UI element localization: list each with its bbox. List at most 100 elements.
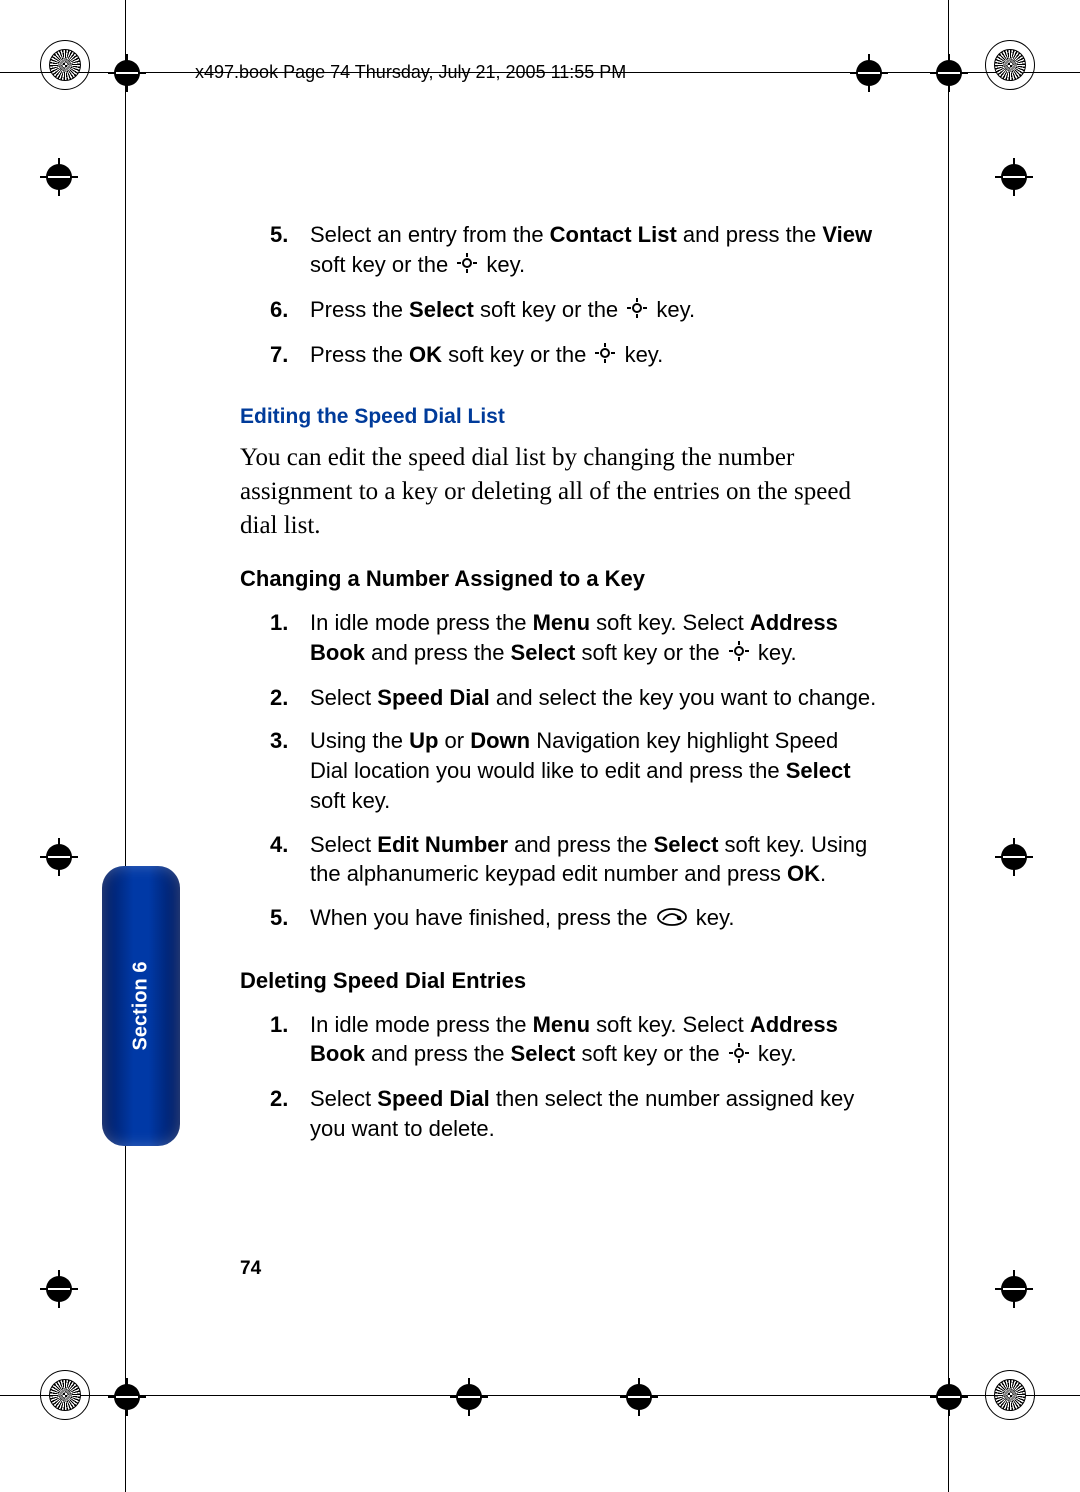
crop-line (125, 0, 126, 1492)
bold-text: Edit Number (377, 832, 508, 857)
registration-mark-icon (40, 40, 90, 90)
bold-text: Menu (533, 610, 590, 635)
text: Press the (310, 297, 409, 322)
sub-heading: Changing a Number Assigned to a Key (240, 564, 880, 594)
crop-mark-icon (930, 54, 968, 92)
text: Select an entry from the (310, 222, 550, 247)
bold-text: Speed Dial (377, 685, 489, 710)
crop-mark-icon (995, 1270, 1033, 1308)
list-item: 2. Select Speed Dial and select the key … (240, 683, 880, 727)
list-item: 3. Using the Up or Down Navigation key h… (240, 726, 880, 829)
crop-mark-icon (40, 158, 78, 196)
text: key. (618, 342, 663, 367)
nav-key-icon (457, 251, 477, 281)
section-tab: Section 6 (102, 866, 180, 1146)
nav-key-icon (729, 639, 749, 669)
text: In idle mode press the (310, 1012, 533, 1037)
bold-text: Down (470, 728, 530, 753)
text: soft key. Select (590, 610, 750, 635)
nav-key-icon (729, 1041, 749, 1071)
crop-mark-icon (995, 838, 1033, 876)
list-item: 1. In idle mode press the Menu soft key.… (240, 608, 880, 683)
step-number: 1. (270, 1010, 288, 1040)
bold-text: Menu (533, 1012, 590, 1037)
intro-paragraph: You can edit the speed dial list by chan… (240, 441, 880, 542)
bold-text: OK (409, 342, 442, 367)
bold-text: Select (511, 1041, 576, 1066)
text: or (438, 728, 470, 753)
text: and press the (365, 1041, 511, 1066)
text: and select the key you want to change. (490, 685, 876, 710)
nav-key-icon (627, 296, 647, 326)
crop-line (948, 0, 949, 1492)
text: soft key or the (442, 342, 592, 367)
crop-line (0, 1395, 1080, 1396)
bold-text: Up (409, 728, 438, 753)
crop-mark-icon (108, 54, 146, 92)
sub-heading: Deleting Speed Dial Entries (240, 966, 880, 996)
crop-mark-icon (40, 1270, 78, 1308)
bold-text: Speed Dial (377, 1086, 489, 1111)
crop-mark-icon (450, 1378, 488, 1416)
text: key. (752, 1041, 797, 1066)
section-heading-blue: Editing the Speed Dial List (240, 403, 880, 431)
text: key. (752, 640, 797, 665)
list-item: 2. Select Speed Dial then select the num… (240, 1084, 880, 1157)
text: soft key or the (575, 1041, 725, 1066)
step-number: 5. (270, 220, 288, 250)
text: In idle mode press the (310, 610, 533, 635)
crop-mark-icon (40, 838, 78, 876)
list-item: 7. Press the OK soft key or the key. (240, 340, 880, 385)
crop-mark-icon (995, 158, 1033, 196)
step-number: 2. (270, 1084, 288, 1114)
bold-text: Select (511, 640, 576, 665)
nav-key-icon (595, 341, 615, 371)
step-list-change: 1. In idle mode press the Menu soft key.… (240, 608, 880, 948)
crop-mark-icon (930, 1378, 968, 1416)
bold-text: Select (409, 297, 474, 322)
page-content: 5. Select an entry from the Contact List… (240, 220, 880, 1176)
crop-mark-icon (620, 1378, 658, 1416)
bold-text: Contact List (550, 222, 677, 247)
text: soft key or the (575, 640, 725, 665)
text: Using the (310, 728, 409, 753)
step-number: 7. (270, 340, 288, 370)
text: Select (310, 832, 377, 857)
text: When you have finished, press the (310, 905, 654, 930)
text: and press the (365, 640, 511, 665)
crop-mark-icon (108, 1378, 146, 1416)
text: Select (310, 1086, 377, 1111)
text: . (820, 861, 826, 886)
page: x497.book Page 74 Thursday, July 21, 200… (0, 0, 1080, 1492)
list-item: 1. In idle mode press the Menu soft key.… (240, 1010, 880, 1085)
end-key-icon (657, 904, 687, 934)
step-list-delete: 1. In idle mode press the Menu soft key.… (240, 1010, 880, 1158)
step-number: 2. (270, 683, 288, 713)
text: soft key or the (310, 252, 454, 277)
step-number: 6. (270, 295, 288, 325)
list-item: 5. Select an entry from the Contact List… (240, 220, 880, 295)
registration-mark-icon (985, 1370, 1035, 1420)
step-number: 4. (270, 830, 288, 860)
text: key. (690, 905, 735, 930)
text: soft key. (310, 788, 390, 813)
list-item: 4. Select Edit Number and press the Sele… (240, 830, 880, 903)
text: and press the (508, 832, 654, 857)
text: Select (310, 685, 377, 710)
registration-mark-icon (40, 1370, 90, 1420)
page-number: 74 (240, 1258, 261, 1280)
running-header: x497.book Page 74 Thursday, July 21, 200… (195, 62, 626, 83)
step-number: 3. (270, 726, 288, 756)
text: and press the (677, 222, 823, 247)
text: key. (480, 252, 525, 277)
bold-text: OK (787, 861, 820, 886)
list-item: 6. Press the Select soft key or the key. (240, 295, 880, 340)
text: soft key or the (474, 297, 624, 322)
list-item: 5. When you have finished, press the key… (240, 903, 880, 948)
step-number: 5. (270, 903, 288, 933)
bold-text: Select (786, 758, 851, 783)
crop-mark-icon (850, 54, 888, 92)
text: soft key. Select (590, 1012, 750, 1037)
registration-mark-icon (985, 40, 1035, 90)
bold-text: View (822, 222, 872, 247)
